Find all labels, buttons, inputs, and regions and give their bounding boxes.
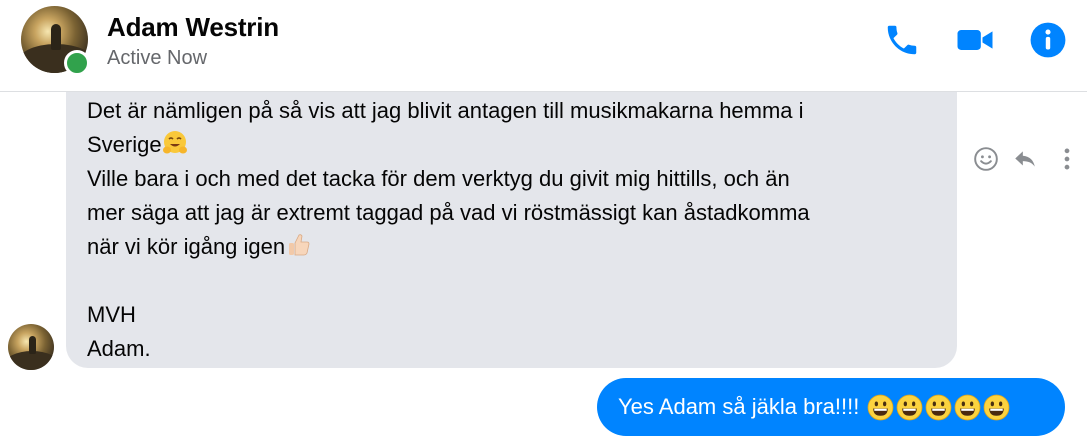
incoming-message-bubble[interactable]: Det är nämligen på så vis att jag blivit… <box>66 76 957 368</box>
call-button[interactable] <box>882 20 922 60</box>
grinning-face-emoji <box>896 394 923 420</box>
video-camera-icon <box>957 30 993 50</box>
outgoing-emoji-group <box>867 394 1010 421</box>
message-line: Sverige <box>87 128 935 162</box>
react-button[interactable] <box>971 144 1001 174</box>
message-line: Ville bara i och med det tacka för dem v… <box>87 166 790 191</box>
grinning-face-emoji <box>954 394 981 420</box>
conversation-info-button[interactable] <box>1028 20 1068 60</box>
reply-icon <box>1015 151 1035 167</box>
presence-indicator <box>64 50 90 76</box>
react-smiley-icon <box>974 147 998 171</box>
thumbs-up-emoji <box>289 234 310 256</box>
grinning-face-emoji <box>983 394 1010 420</box>
contact-status: Active Now <box>107 47 208 69</box>
message-line: när vi kör igång igen <box>87 230 935 264</box>
contact-name[interactable]: Adam Westrin <box>107 12 279 43</box>
reply-button[interactable] <box>1010 144 1040 174</box>
sender-avatar[interactable] <box>8 324 54 370</box>
video-call-button[interactable] <box>955 20 995 60</box>
grinning-face-emoji <box>925 394 952 420</box>
grinning-face-emoji <box>867 394 894 420</box>
outgoing-message-bubble[interactable]: Yes Adam så jäkla bra!!!! <box>597 378 1065 436</box>
more-options-button[interactable] <box>1052 144 1082 174</box>
outgoing-message-text: Yes Adam så jäkla bra!!!! <box>618 394 860 419</box>
message-line: mer säga att jag är extremt taggad på va… <box>87 200 810 225</box>
hugging-face-emoji <box>162 131 187 154</box>
avatar-figure <box>29 336 36 354</box>
conversation-header: Adam Westrin Active Now <box>0 0 1087 92</box>
message-line: MVH <box>87 302 136 327</box>
phone-icon <box>887 25 917 55</box>
avatar-figure <box>51 24 61 50</box>
message-line: Det är nämligen på så vis att jag blivit… <box>87 98 804 123</box>
message-line: Adam. <box>87 336 151 361</box>
more-options-icon <box>1064 148 1070 170</box>
info-icon <box>1030 22 1066 58</box>
